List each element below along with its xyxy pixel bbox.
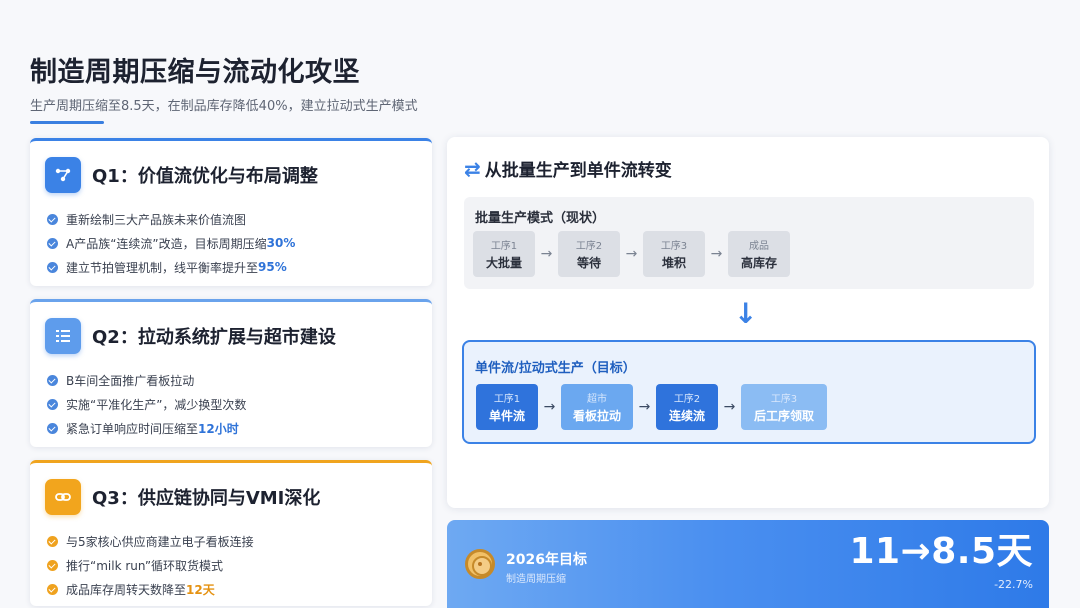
q3-item-1-text: 与5家核心供应商建立电子看板连接 [66, 534, 254, 549]
q2-item-1: B车间全面推广看板拉动 [47, 368, 246, 392]
target-banner: 2026年目标 制造周期压缩 11→8.5天 -22.7% [447, 520, 1049, 608]
check-icon [47, 535, 58, 547]
step-label: 超市 [587, 394, 607, 405]
q1-item-3-text: 建立节拍管理机制，线平衡率提升至 [66, 260, 259, 275]
q2-item-2: 实施“平准化生产”，减少换型次数 [47, 392, 246, 416]
step-value: 大批量 [485, 256, 522, 270]
flow-panel: ⇄ 从批量生产到单件流转变 批量生产模式（现状） 工序1 大批量 → 工序2 等待 … [447, 137, 1049, 508]
q3-item-2-text: 推行“milk run”循环取货模式 [66, 558, 224, 573]
batch-mode-box: 批量生产模式（现状） 工序1 大批量 → 工序2 等待 → 工序3 堆积 → 成品高库… [464, 197, 1034, 289]
q1-item-3-highlight: 95% [258, 260, 287, 274]
right-arrow-icon: → [625, 246, 638, 262]
step-value: 连续流 [668, 409, 705, 423]
q1-title: Q1：价值流优化与布局调整 [92, 166, 318, 187]
q3-item-3-text: 成品库存周转天数降至 [66, 582, 187, 597]
page-subtitle: 生产周期压缩至8.5天，在制品库存降低40%，建立拉动式生产模式 [30, 99, 418, 114]
q2-item-3-text: 紧急订单响应时间压缩至 [66, 421, 199, 436]
step-label: 成品 [749, 241, 769, 252]
q2-item-3-highlight: 12小时 [198, 421, 239, 436]
step-value: 后工序领取 [753, 409, 814, 423]
flow-title-text: 从批量生产到单件流转变 [484, 161, 672, 181]
batch-mode-title: 批量生产模式（现状） [475, 211, 606, 226]
q1-card: Q1：价值流优化与布局调整 重新绘制三大产品族未来价值流图 A产品族“连续流”改… [30, 138, 432, 286]
step-value: 高库存 [740, 256, 777, 270]
value-stream-icon [45, 157, 81, 193]
step-label: 工序2 [673, 394, 701, 405]
batch-steps: 工序1 大批量 → 工序2 等待 → 工序3 堆积 → 成品高库存 [473, 231, 790, 277]
batch-step-1: 工序1 大批量 [473, 231, 535, 277]
link-icon [45, 479, 81, 515]
step-label: 工序3 [660, 241, 688, 252]
right-arrow-icon: → [723, 399, 736, 415]
step-value: 单件流 [488, 409, 525, 423]
q3-item-3-highlight: 12天 [186, 582, 215, 597]
checklist-icon [45, 318, 81, 354]
right-arrow-icon: → [710, 246, 723, 262]
check-icon [47, 559, 58, 571]
check-icon [47, 398, 58, 410]
q3-item-2: 推行“milk run”循环取货模式 [47, 553, 254, 577]
right-arrow-icon: → [638, 399, 651, 415]
q1-item-1: 重新绘制三大产品族未来价值流图 [47, 207, 295, 231]
pull-step-3: 工序2 连续流 [656, 384, 718, 430]
right-arrow-icon: → [540, 246, 553, 262]
batch-step-4: 成品 高库存 [728, 231, 790, 277]
step-value: 看板拉动 [572, 409, 621, 423]
step-label: 工序3 [770, 394, 798, 405]
q3-item-1: 与5家核心供应商建立电子看板连接 [47, 529, 254, 553]
flow-title: ⇄ 从批量生产到单件流转变 [464, 156, 672, 182]
pull-step-4: 工序3 后工序领取 [741, 384, 827, 430]
pull-mode-title: 单件流/拉动式生产（目标） [475, 361, 636, 376]
check-icon [47, 374, 58, 386]
q1-item-2-highlight: 30% [266, 236, 296, 250]
q3-card: Q3：供应链协同与VMI深化 与5家核心供应商建立电子看板连接 推行“milk … [30, 460, 432, 606]
right-arrow-icon: → [543, 399, 556, 415]
title-underline [30, 121, 104, 124]
q1-item-3: 建立节拍管理机制，线平衡率提升至 95% [47, 255, 295, 279]
target-delta: -22.7% [994, 578, 1033, 591]
check-icon [47, 583, 58, 595]
q3-title: Q3：供应链协同与VMI深化 [92, 488, 321, 509]
q1-item-1-text: 重新绘制三大产品族未来价值流图 [66, 212, 247, 227]
target-value: 11→8.5天 [849, 531, 1033, 572]
q2-item-1-text: B车间全面推广看板拉动 [66, 373, 195, 388]
q2-card: Q2：拉动系统扩展与超市建设 B车间全面推广看板拉动 实施“平准化生产”，减少换… [30, 299, 432, 447]
q1-item-2-text: A产品族“连续流”改造，目标周期压缩 [66, 236, 267, 251]
step-label: 工序2 [575, 241, 603, 252]
step-label: 工序1 [493, 394, 521, 405]
target-title: 2026年目标 [506, 552, 587, 568]
step-value: 堆积 [661, 256, 686, 270]
page-title: 制造周期压缩与流动化攻坚 [30, 57, 360, 88]
q1-item-2: A产品族“连续流”改造，目标周期压缩 30% [47, 231, 295, 255]
pull-steps: 工序1 单件流 → 超市看板拉动 → 工序2 连续流 → 工序3 后工序领取 [476, 384, 827, 430]
swap-icon: ⇄ [464, 156, 481, 181]
step-value: 等待 [576, 256, 601, 270]
pull-step-1: 工序1 单件流 [476, 384, 538, 430]
check-icon [47, 237, 58, 249]
pull-step-2: 超市 看板拉动 [561, 384, 633, 430]
pull-mode-box: 单件流/拉动式生产（目标） 工序1 单件流 → 超市看板拉动 → 工序2 连续流 →… [462, 340, 1036, 444]
q2-item-3: 紧急订单响应时间压缩至 12小时 [47, 416, 246, 440]
q2-title: Q2：拉动系统扩展与超市建设 [92, 327, 336, 348]
target-subtitle: 制造周期压缩 [506, 574, 566, 585]
q2-item-2-text: 实施“平准化生产”，减少换型次数 [66, 397, 247, 412]
batch-step-2: 工序2 等待 [558, 231, 620, 277]
step-label: 工序1 [490, 241, 518, 252]
q3-item-3: 成品库存周转天数降至 12天 [47, 577, 254, 601]
down-arrow-icon: ↓ [734, 297, 758, 330]
check-icon [47, 261, 58, 273]
target-icon [465, 549, 495, 579]
check-icon [47, 213, 58, 225]
check-icon [47, 422, 58, 434]
batch-step-3: 工序3 堆积 [643, 231, 705, 277]
